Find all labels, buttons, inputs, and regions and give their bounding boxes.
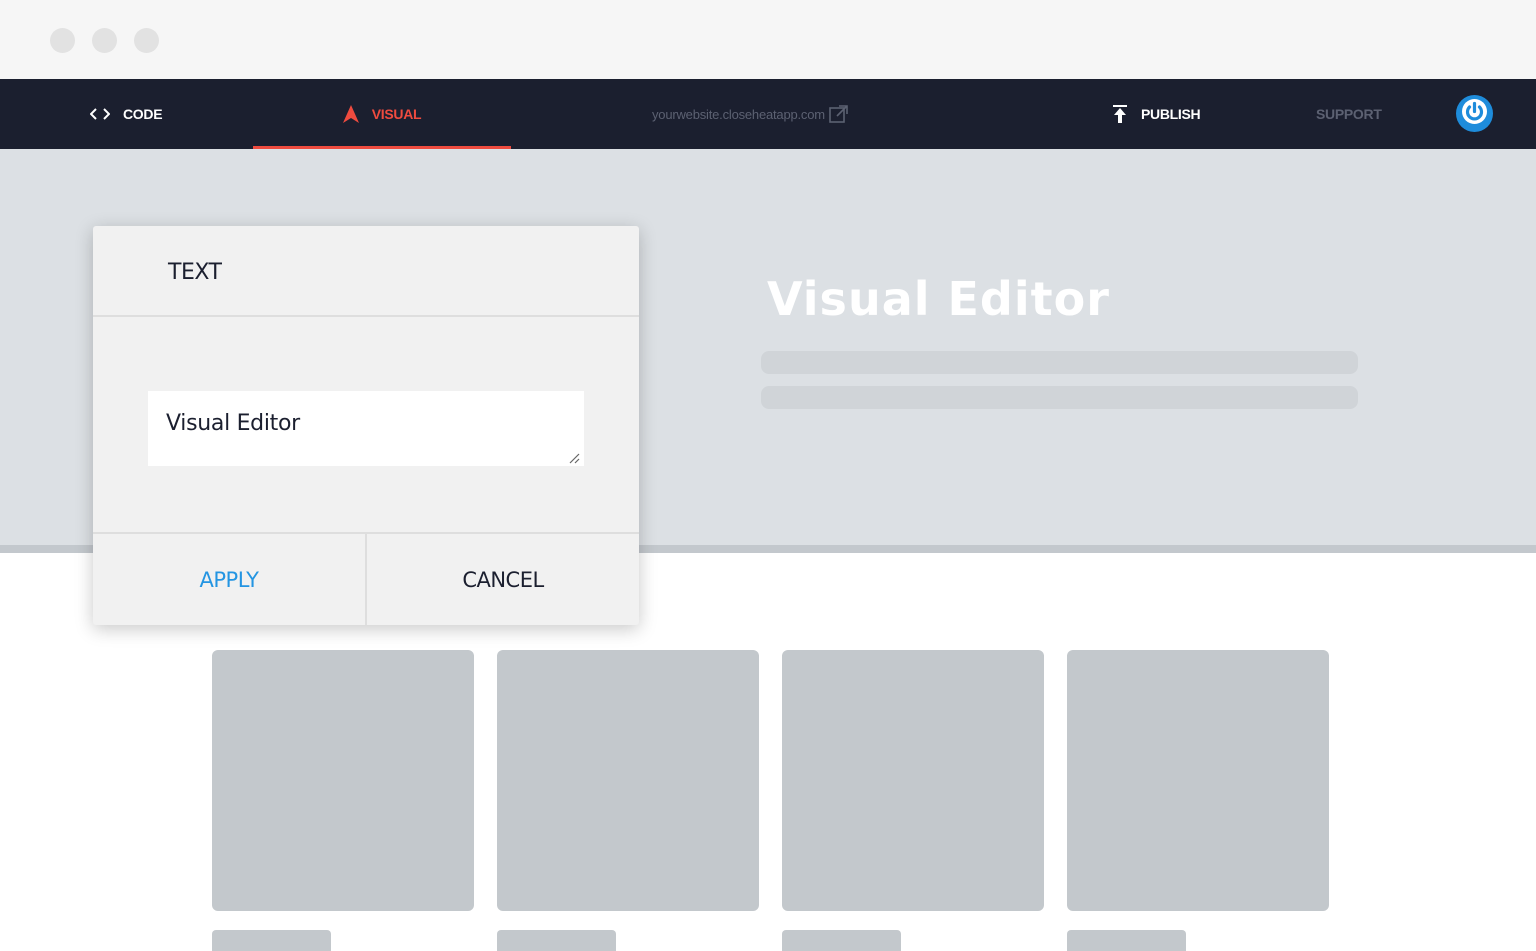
- window-maximize-dot[interactable]: [134, 28, 159, 53]
- publish-label: PUBLISH: [1141, 106, 1201, 122]
- nav-tab-visual-label: VISUAL: [371, 106, 422, 122]
- code-brackets-icon: [90, 107, 110, 121]
- site-url-label: yourwebsite.closeheatapp.com: [652, 106, 825, 122]
- power-button[interactable]: [1456, 95, 1493, 132]
- hero-title[interactable]: Visual Editor: [767, 272, 1110, 326]
- upload-icon: [1112, 105, 1128, 123]
- cancel-button[interactable]: CANCEL: [367, 534, 639, 625]
- publish-button[interactable]: PUBLISH: [1112, 79, 1201, 149]
- hero-placeholder-line: [761, 386, 1358, 409]
- window-minimize-dot[interactable]: [92, 28, 117, 53]
- panel-footer: APPLY CANCEL: [93, 532, 639, 625]
- nav-tab-code[interactable]: CODE: [90, 79, 163, 149]
- card-label-placeholder: [497, 930, 616, 951]
- card-label-placeholder: [782, 930, 901, 951]
- panel-header: TEXT: [93, 226, 639, 317]
- support-link[interactable]: SUPPORT: [1316, 79, 1382, 149]
- nav-tab-code-label: CODE: [123, 106, 163, 122]
- support-label: SUPPORT: [1316, 106, 1382, 122]
- window-close-dot[interactable]: [50, 28, 75, 53]
- card-placeholder: [782, 650, 1044, 911]
- card-placeholder: [1067, 650, 1329, 911]
- card-placeholder: [212, 650, 474, 911]
- power-icon: [1461, 98, 1488, 130]
- hero-placeholder-line: [761, 351, 1358, 374]
- text-edit-panel: TEXT Visual Editor APPLY CANCEL: [93, 226, 639, 625]
- arrow-cursor-icon: [342, 105, 359, 123]
- card-label-placeholder: [1067, 930, 1186, 951]
- apply-button[interactable]: APPLY: [93, 534, 367, 625]
- text-input[interactable]: Visual Editor: [148, 391, 584, 466]
- card-label-placeholder: [212, 930, 331, 951]
- external-link-icon: [829, 104, 848, 124]
- site-url-link[interactable]: yourwebsite.closeheatapp.com: [652, 79, 848, 149]
- nav-tab-visual[interactable]: VISUAL: [253, 79, 511, 149]
- top-nav: CODE VISUAL yourwebsite.closeheatapp.com: [0, 79, 1536, 149]
- window-titlebar: [0, 0, 1536, 79]
- card-placeholder: [497, 650, 759, 911]
- panel-title: TEXT: [168, 260, 222, 285]
- resize-handle-icon[interactable]: [568, 451, 580, 464]
